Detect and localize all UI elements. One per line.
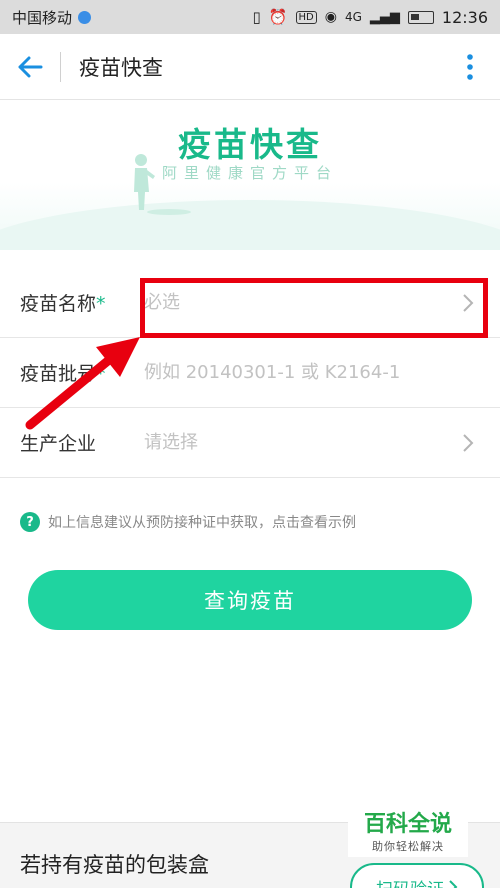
page-title: 疫苗快查 (79, 55, 163, 80)
chevron-right-icon (463, 433, 474, 452)
query-vaccine-button[interactable]: 查询疫苗 (28, 570, 472, 630)
chevron-right-icon (449, 880, 458, 888)
more-vertical-icon (467, 53, 473, 80)
scan-verify-label: 扫码验证 (376, 875, 444, 888)
manufacturer-select[interactable] (144, 432, 454, 453)
carrier-label: 中国移动 (12, 8, 73, 27)
clock: 12:36 (441, 7, 488, 27)
example-hint[interactable]: ? 如上信息建议从预防接种证中获取，点击查看示例 (20, 512, 356, 532)
watermark-subtitle: 助你轻松解决 (372, 840, 444, 853)
watermark-logo: 百科全说 助你轻松解决 (348, 808, 468, 857)
banner-title: 疫苗快查 (178, 125, 322, 164)
scan-verify-button[interactable]: 扫码验证 (350, 863, 484, 888)
highlight-annotation-box (140, 278, 488, 338)
back-button[interactable] (0, 34, 60, 100)
vaccine-batch-input[interactable] (144, 362, 454, 383)
required-mark: * (96, 293, 106, 315)
banner-subtitle: 阿里健康官方平台 (161, 164, 338, 182)
more-button[interactable] (440, 34, 500, 100)
vaccine-batch-row: 疫苗批号* (0, 338, 500, 408)
watermark-title: 百科全说 (363, 812, 452, 837)
battery-icon (407, 10, 434, 24)
hd-badge: HD (295, 10, 317, 24)
signal-icon: ▂▄▆ (369, 9, 400, 25)
vibrate-icon: ▯ (252, 8, 261, 26)
required-mark: * (96, 363, 106, 385)
package-hint-text: 若持有疫苗的包装盒 (20, 853, 209, 877)
signal-label: 4G (344, 10, 362, 24)
manufacturer-row[interactable]: 生产企业 (0, 408, 500, 478)
banner: 疫苗快查 阿里健康官方平台 (0, 100, 500, 250)
vaccine-batch-label: 疫苗批号* (20, 363, 106, 385)
status-bar: 中国移动 ▯ ⏰ HD ◉ 4G ▂▄▆ 12:36 (0, 0, 500, 34)
alarm-icon: ⏰ (268, 8, 288, 26)
hint-text: 如上信息建议从预防接种证中获取，点击查看示例 (48, 515, 356, 531)
carrier-logo-icon (78, 10, 92, 24)
nav-divider (60, 51, 61, 82)
help-icon: ? (20, 512, 40, 532)
arrow-left-icon (18, 56, 43, 77)
manufacturer-label: 生产企业 (20, 433, 97, 455)
banner-hill (0, 200, 500, 250)
eye-icon: ◉ (324, 9, 337, 25)
vaccine-name-label: 疫苗名称* (20, 293, 106, 315)
nav-bar: 疫苗快查 (0, 34, 500, 100)
